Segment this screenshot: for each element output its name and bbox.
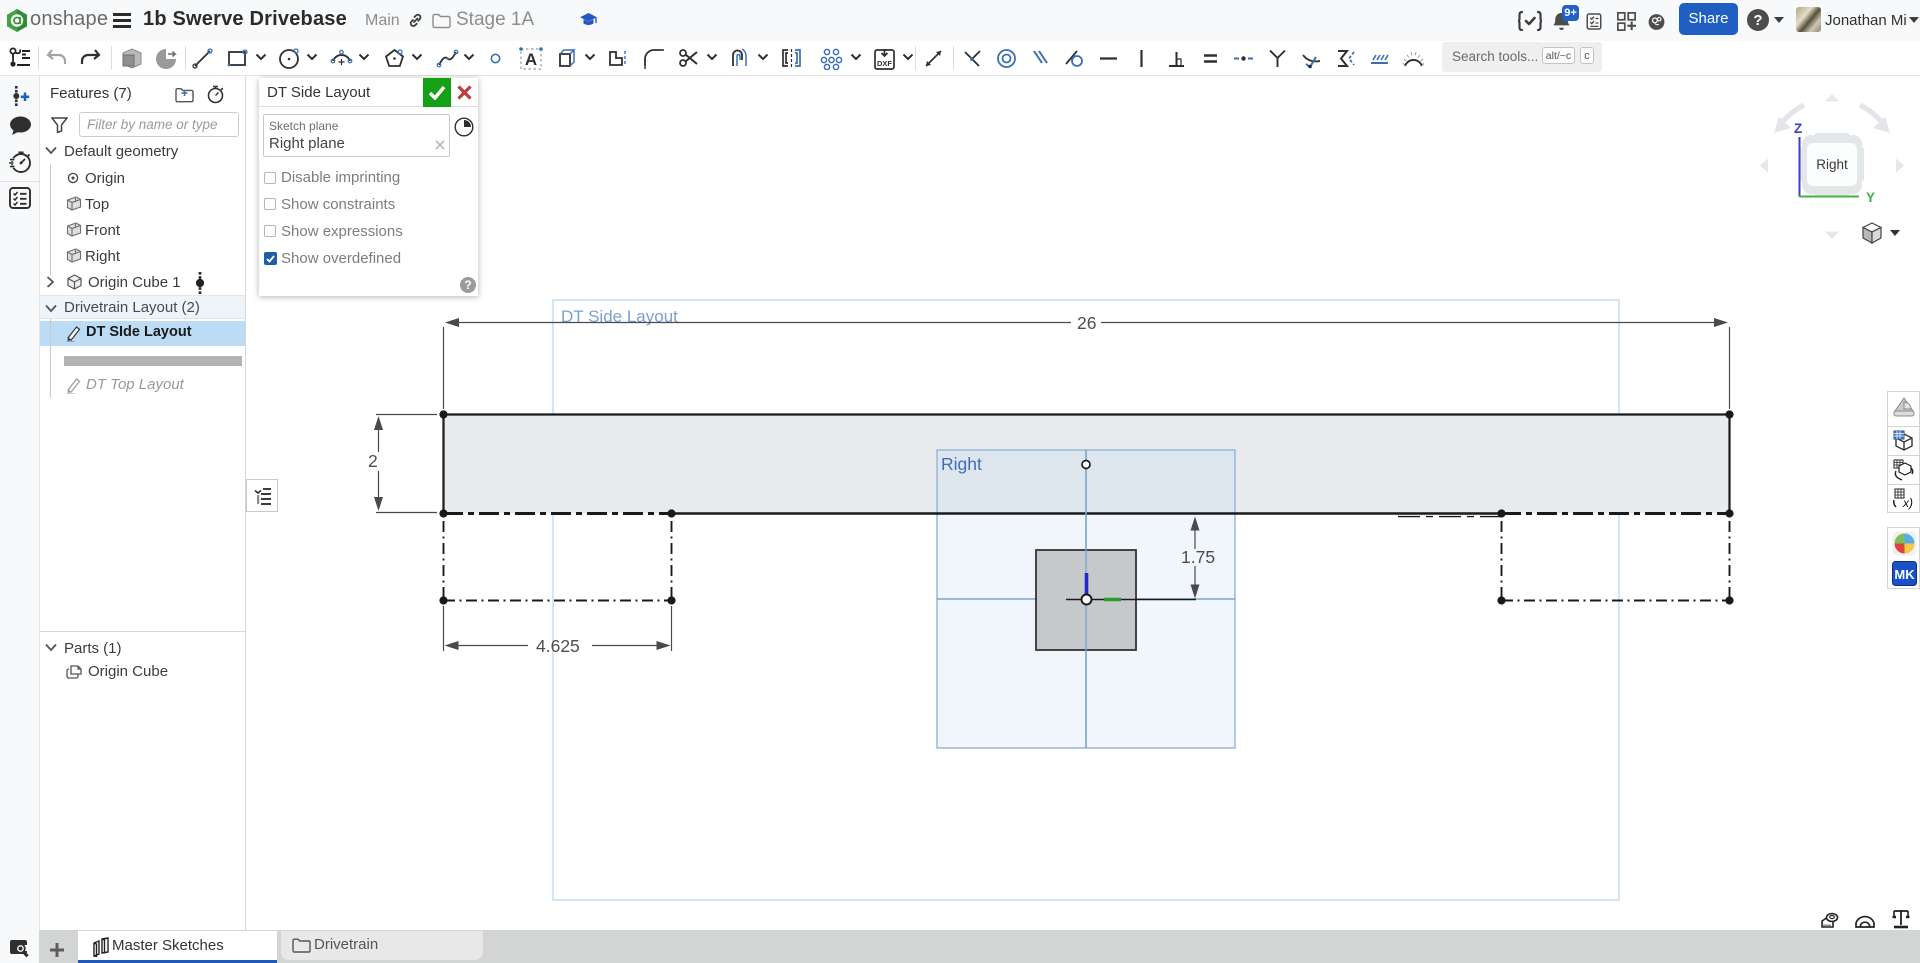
svg-text:Right: Right [1816,157,1848,172]
svg-text:Z: Z [1794,121,1802,136]
svg-text:DXF: DXF [877,59,892,68]
svg-text:x): x) [1902,496,1913,510]
svg-text:DT Side Layout: DT Side Layout [561,307,678,326]
svg-text:4.625: 4.625 [536,636,580,656]
svg-text:2: 2 [368,451,378,471]
svg-text:A: A [525,50,537,69]
svg-text:MK: MK [1894,567,1915,582]
svg-text:Y: Y [1866,190,1875,205]
svg-text:Right: Right [941,454,982,474]
svg-text:26: 26 [1077,313,1096,333]
svg-text:?: ? [1753,12,1762,29]
svg-text:1.75: 1.75 [1181,547,1215,567]
